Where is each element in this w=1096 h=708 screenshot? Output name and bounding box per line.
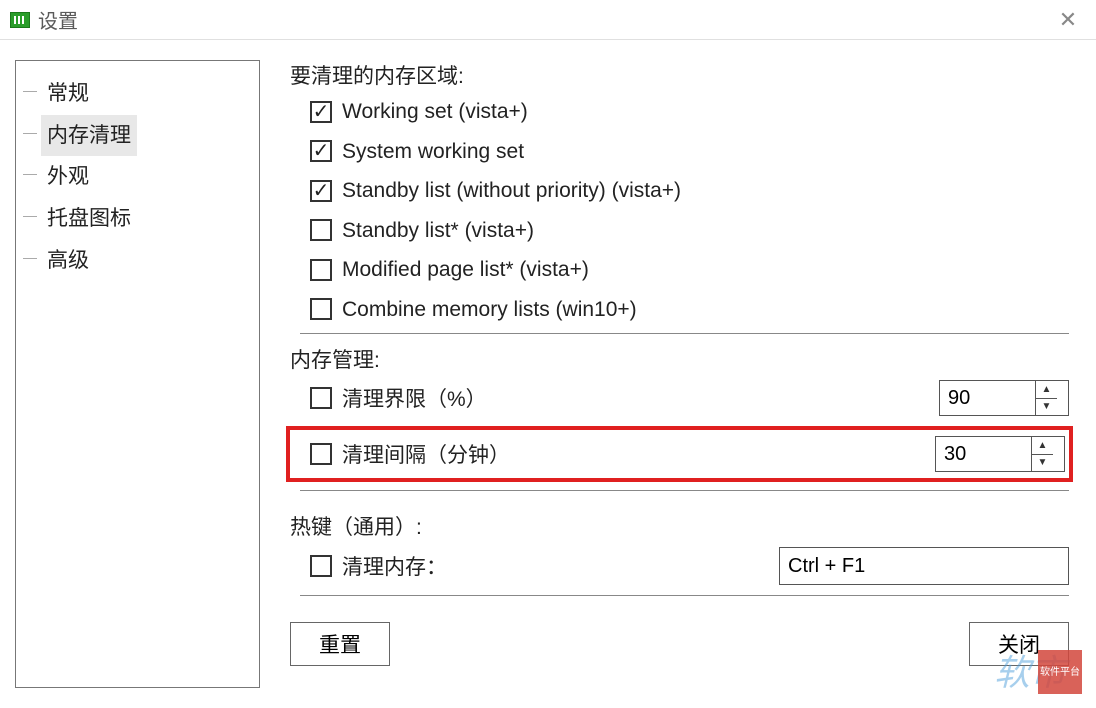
main-panel: 要清理的内存区域: Working set (vista+) System wo… xyxy=(290,60,1081,688)
clean-interval-row: 清理间隔（分钟） ▲ ▼ xyxy=(290,436,1065,472)
label-hotkey: 清理内存： xyxy=(342,551,447,581)
option-standby-no-priority: Standby list (without priority) (vista+) xyxy=(290,175,1069,207)
label-clean-interval: 清理间隔（分钟） xyxy=(342,439,510,469)
sidebar-item-memory-clean[interactable]: 内存清理 xyxy=(41,115,137,157)
memory-manage-title: 内存管理: xyxy=(290,344,1069,374)
input-hotkey[interactable] xyxy=(779,547,1069,585)
label-modified-page-list: Modified page list* (vista+) xyxy=(342,254,589,286)
spin-arrows-clean-interval: ▲ ▼ xyxy=(1031,437,1053,471)
checkbox-standby-no-priority[interactable] xyxy=(310,180,332,202)
checkbox-hotkey[interactable] xyxy=(310,555,332,577)
option-modified-page-list: Modified page list* (vista+) xyxy=(290,254,1069,286)
label-standby-list: Standby list* (vista+) xyxy=(342,215,534,247)
button-row: 重置 关闭 xyxy=(290,622,1069,666)
separator-1 xyxy=(300,333,1069,334)
content-area: 常规 内存清理 外观 托盘图标 高级 要清理的内存区域: Working set… xyxy=(0,40,1096,708)
label-combine-memory-lists: Combine memory lists (win10+) xyxy=(342,294,637,326)
option-combine-memory-lists: Combine memory lists (win10+) xyxy=(290,294,1069,326)
checkbox-standby-list[interactable] xyxy=(310,219,332,241)
hotkey-title: 热键（通用）: xyxy=(290,511,1069,541)
checkbox-combine-memory-lists[interactable] xyxy=(310,298,332,320)
sidebar-item-tray-icon[interactable]: 托盘图标 xyxy=(41,198,137,240)
highlighted-interval-row: 清理间隔（分钟） ▲ ▼ xyxy=(286,426,1073,482)
input-clean-limit[interactable] xyxy=(940,381,1035,415)
option-working-set: Working set (vista+) xyxy=(290,96,1069,128)
memory-areas-title: 要清理的内存区域: xyxy=(290,60,1069,90)
label-working-set: Working set (vista+) xyxy=(342,96,528,128)
app-icon xyxy=(10,12,30,28)
sidebar-item-advanced[interactable]: 高级 xyxy=(41,240,95,282)
window-title: 设置 xyxy=(38,5,78,34)
spin-down-icon[interactable]: ▼ xyxy=(1032,454,1053,472)
separator-2 xyxy=(300,490,1069,491)
option-standby-list: Standby list* (vista+) xyxy=(290,215,1069,247)
reset-button[interactable]: 重置 xyxy=(290,622,390,666)
clean-limit-row: 清理界限（%） ▲ ▼ xyxy=(290,380,1069,416)
title-bar: 设置 ✕ xyxy=(0,0,1096,40)
sidebar-nav: 常规 内存清理 外观 托盘图标 高级 xyxy=(15,60,260,688)
spin-down-icon[interactable]: ▼ xyxy=(1036,398,1057,416)
spin-arrows-clean-limit: ▲ ▼ xyxy=(1035,381,1057,415)
checkbox-clean-interval[interactable] xyxy=(310,443,332,465)
label-system-working-set: System working set xyxy=(342,136,524,168)
close-icon[interactable]: ✕ xyxy=(1050,2,1086,38)
sidebar-item-general[interactable]: 常规 xyxy=(41,73,95,115)
sidebar-item-appearance[interactable]: 外观 xyxy=(41,156,95,198)
checkbox-clean-limit[interactable] xyxy=(310,387,332,409)
input-clean-interval[interactable] xyxy=(936,437,1031,471)
spin-clean-limit: ▲ ▼ xyxy=(939,380,1069,416)
close-button[interactable]: 关闭 xyxy=(969,622,1069,666)
spin-up-icon[interactable]: ▲ xyxy=(1036,381,1057,398)
checkbox-modified-page-list[interactable] xyxy=(310,259,332,281)
spin-up-icon[interactable]: ▲ xyxy=(1032,437,1053,454)
checkbox-system-working-set[interactable] xyxy=(310,140,332,162)
checkbox-working-set[interactable] xyxy=(310,101,332,123)
spin-clean-interval: ▲ ▼ xyxy=(935,436,1065,472)
label-standby-no-priority: Standby list (without priority) (vista+) xyxy=(342,175,681,207)
hotkey-row: 清理内存： xyxy=(290,547,1069,585)
separator-3 xyxy=(300,595,1069,596)
label-clean-limit: 清理界限（%） xyxy=(342,383,487,413)
option-system-working-set: System working set xyxy=(290,136,1069,168)
